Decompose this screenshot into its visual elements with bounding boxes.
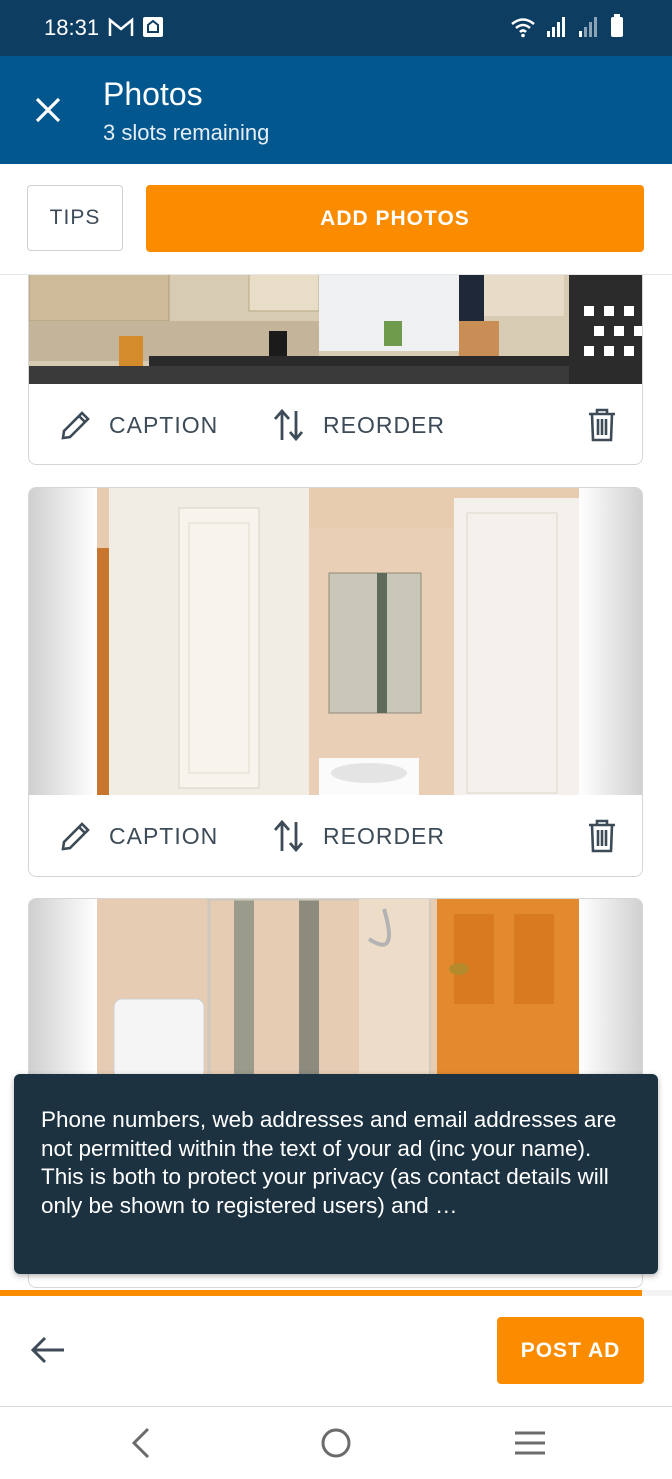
battery-icon xyxy=(611,14,623,37)
reorder-label: REORDER xyxy=(323,822,446,849)
page-title: Photos xyxy=(103,76,203,112)
close-icon xyxy=(35,97,61,123)
post-ad-button[interactable]: POST AD xyxy=(497,1317,644,1384)
nav-back-icon xyxy=(131,1427,150,1459)
caption-button[interactable]: CAPTION xyxy=(59,408,218,442)
toast-text-line2: This is both to protect your privacy (as… xyxy=(41,1164,609,1218)
bathroom-vanity-photo xyxy=(29,488,642,795)
trash-icon xyxy=(589,408,615,442)
privacy-notice-toast: Phone numbers, web addresses and email a… xyxy=(14,1074,658,1274)
delete-photo-button[interactable] xyxy=(587,408,617,442)
photo-card: CAPTION REORDER xyxy=(28,487,643,877)
app-notification-icon xyxy=(143,17,163,37)
caption-label: CAPTION xyxy=(109,822,219,849)
reorder-button[interactable]: REORDER xyxy=(271,407,445,443)
arrow-left-icon xyxy=(30,1336,64,1364)
trash-icon xyxy=(589,819,615,853)
reorder-icon xyxy=(273,819,304,853)
photo-card-actions: CAPTION REORDER xyxy=(29,795,642,876)
toast-text-line1: Phone numbers, web addresses and email a… xyxy=(41,1107,617,1161)
delete-photo-button[interactable] xyxy=(587,819,617,853)
kitchen-photo xyxy=(29,275,642,384)
signal-weak-icon xyxy=(579,17,597,37)
reorder-label: REORDER xyxy=(323,411,446,438)
slots-remaining: 3 slots remaining xyxy=(103,120,270,145)
bottom-action-bar: POST AD xyxy=(0,1296,672,1406)
status-bar: 18:31 xyxy=(0,0,672,56)
photo-card-actions: CAPTION REORDER xyxy=(29,384,642,464)
photo-actions-bar: TIPS ADD PHOTOS xyxy=(0,164,672,275)
photo-card: CAPTION REORDER xyxy=(28,275,643,465)
reorder-icon xyxy=(273,408,304,442)
tips-button[interactable]: TIPS xyxy=(27,185,123,251)
wifi-icon xyxy=(511,18,535,38)
caption-label: CAPTION xyxy=(109,411,219,438)
pencil-icon xyxy=(61,822,90,851)
system-nav-bar xyxy=(0,1406,672,1479)
app-bar: Photos 3 slots remaining xyxy=(0,56,672,164)
reorder-button[interactable]: REORDER xyxy=(271,818,445,854)
gmail-icon xyxy=(108,17,134,36)
status-time: 18:31 xyxy=(44,15,100,40)
nav-back-button[interactable] xyxy=(128,1425,156,1466)
add-photos-button[interactable]: ADD PHOTOS xyxy=(146,185,644,252)
close-button[interactable] xyxy=(28,90,68,130)
nav-home-icon xyxy=(321,1428,351,1458)
nav-menu-icon xyxy=(515,1431,545,1455)
pencil-icon xyxy=(61,411,90,440)
caption-button[interactable]: CAPTION xyxy=(59,819,218,853)
nav-menu-button[interactable] xyxy=(512,1425,548,1466)
nav-home-button[interactable] xyxy=(318,1425,354,1466)
signal-icon xyxy=(547,17,565,37)
previous-step-button[interactable] xyxy=(30,1334,66,1371)
